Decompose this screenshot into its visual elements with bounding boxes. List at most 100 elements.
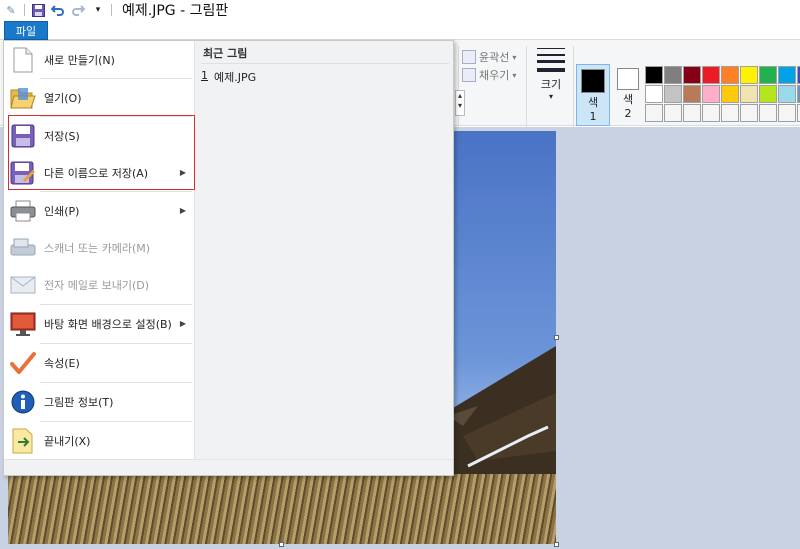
color-swatch[interactable] <box>721 66 739 84</box>
recent-pictures-panel: 최근 그림 1 예제.JPG <box>194 41 453 459</box>
menu-item-label: 바탕 화면 배경으로 설정(B) <box>44 317 172 331</box>
file-menu-footer <box>4 459 453 475</box>
color-swatch[interactable] <box>683 66 701 84</box>
menu-item-email[interactable]: 전자 메일로 보내기(D) <box>4 266 194 303</box>
menu-item-new[interactable]: 새로 만들기(N) <box>4 41 194 78</box>
color-swatch[interactable] <box>645 104 663 122</box>
size-button[interactable]: 크기 ▾ <box>530 48 572 101</box>
shapes-scroll-control[interactable]: ▴ ▾ <box>455 90 465 116</box>
printer-icon <box>10 198 36 224</box>
color-swatch[interactable] <box>645 66 663 84</box>
color-swatch[interactable] <box>683 104 701 122</box>
color2-swatch <box>617 68 639 90</box>
email-icon <box>10 272 36 298</box>
color-swatch[interactable] <box>759 104 777 122</box>
color2-button[interactable]: 색 2 <box>612 64 644 126</box>
resize-handle-right[interactable] <box>554 335 559 340</box>
color-swatch[interactable] <box>645 85 663 103</box>
resize-handle-bottom[interactable] <box>279 542 284 547</box>
title-bar: ✎ ▾ 예제.JPG - 그림판 <box>0 0 800 20</box>
fill-icon <box>462 68 476 82</box>
open-folder-icon <box>10 85 36 111</box>
color-swatch[interactable] <box>683 85 701 103</box>
recent-item-name: 예제.JPG <box>214 71 257 84</box>
color1-number: 1 <box>589 110 597 123</box>
chevron-down-icon: ▾ <box>512 52 517 62</box>
color1-label: 색 <box>587 96 599 109</box>
window-title: 예제.JPG - 그림판 <box>122 3 229 19</box>
color-swatch[interactable] <box>740 85 758 103</box>
fill-label: 채우기 <box>479 69 510 82</box>
color-swatch[interactable] <box>702 104 720 122</box>
color-swatch[interactable] <box>778 66 796 84</box>
color1-button[interactable]: 색 1 <box>576 64 610 126</box>
toolbar-separator <box>24 4 25 16</box>
menu-item-exit[interactable]: 끝내기(X) <box>4 422 194 459</box>
file-tab[interactable]: 파일 <box>4 21 48 40</box>
checkmark-icon <box>10 350 36 376</box>
submenu-arrow-icon: ▶ <box>179 319 186 328</box>
menu-item-print[interactable]: 인쇄(P) ▶ <box>4 192 194 229</box>
menu-item-properties[interactable]: 속성(E) <box>4 344 194 381</box>
color-swatch[interactable] <box>702 66 720 84</box>
color-swatch[interactable] <box>664 85 682 103</box>
color-swatch[interactable] <box>759 85 777 103</box>
color-swatch[interactable] <box>740 66 758 84</box>
outline-icon <box>462 50 476 64</box>
highlight-annotation-box <box>8 115 195 190</box>
desktop-background-icon <box>10 311 36 337</box>
menu-item-label: 그림판 정보(T) <box>44 395 114 409</box>
menu-item-label: 열기(O) <box>44 91 82 105</box>
menu-item-set-desktop-background[interactable]: 바탕 화면 배경으로 설정(B) ▶ <box>4 305 194 342</box>
color-swatch[interactable] <box>759 66 777 84</box>
photo-grass <box>8 474 556 544</box>
color-swatch[interactable] <box>702 85 720 103</box>
recent-divider <box>201 63 449 64</box>
menu-item-label: 새로 만들기(N) <box>44 53 115 67</box>
file-menu: 새로 만들기(N) 열기(O) 저장(S) 다른 이름으로 저장(A) ▶ 인쇄… <box>3 40 454 476</box>
color-palette <box>645 66 800 122</box>
color-swatch[interactable] <box>664 66 682 84</box>
customize-quick-access-icon[interactable]: ▾ <box>91 3 105 17</box>
menu-item-label: 인쇄(P) <box>44 204 80 218</box>
exit-icon <box>10 428 36 454</box>
line-size-icon <box>537 48 565 72</box>
color-swatch[interactable] <box>778 85 796 103</box>
chevron-down-icon: ▾ <box>512 70 517 80</box>
color-swatch[interactable] <box>778 104 796 122</box>
menu-item-about[interactable]: 그림판 정보(T) <box>4 383 194 420</box>
resize-handle-corner[interactable] <box>554 542 559 547</box>
submenu-arrow-icon: ▶ <box>179 206 186 215</box>
menu-item-open[interactable]: 열기(O) <box>4 79 194 116</box>
new-file-icon <box>10 47 36 73</box>
scanner-icon <box>10 235 36 261</box>
fill-button[interactable]: 채우기 ▾ <box>462 66 524 84</box>
color-swatch[interactable] <box>721 85 739 103</box>
recent-item[interactable]: 1 예제.JPG <box>201 69 256 85</box>
menu-item-label: 스캐너 또는 카메라(M) <box>44 241 151 255</box>
outline-label: 윤곽선 <box>479 51 510 64</box>
info-icon <box>10 389 36 415</box>
color2-number: 2 <box>624 107 632 120</box>
outline-button[interactable]: 윤곽선 ▾ <box>462 48 524 66</box>
menu-item-label: 끝내기(X) <box>44 434 91 448</box>
ribbon-tab-row <box>0 20 800 40</box>
redo-icon[interactable] <box>71 3 85 17</box>
color-swatch[interactable] <box>721 104 739 122</box>
file-menu-commands: 새로 만들기(N) 열기(O) 저장(S) 다른 이름으로 저장(A) ▶ 인쇄… <box>4 41 194 459</box>
recent-pictures-title: 최근 그림 <box>203 47 248 60</box>
toolbar-separator <box>111 4 112 16</box>
menu-item-label: 전자 메일로 보내기(D) <box>44 278 150 292</box>
menu-item-label: 속성(E) <box>44 356 80 370</box>
recent-item-number: 1 <box>201 69 208 82</box>
color-swatch[interactable] <box>740 104 758 122</box>
chevron-down-icon: ▾ <box>548 92 553 101</box>
save-icon[interactable] <box>31 3 45 17</box>
color2-label: 색 <box>622 93 634 106</box>
undo-icon[interactable] <box>51 3 65 17</box>
color-swatch[interactable] <box>664 104 682 122</box>
color1-swatch <box>581 69 605 93</box>
paint-app-icon[interactable]: ✎ <box>4 3 18 17</box>
size-label: 크기 <box>540 78 562 91</box>
menu-item-scanner[interactable]: 스캐너 또는 카메라(M) <box>4 229 194 266</box>
